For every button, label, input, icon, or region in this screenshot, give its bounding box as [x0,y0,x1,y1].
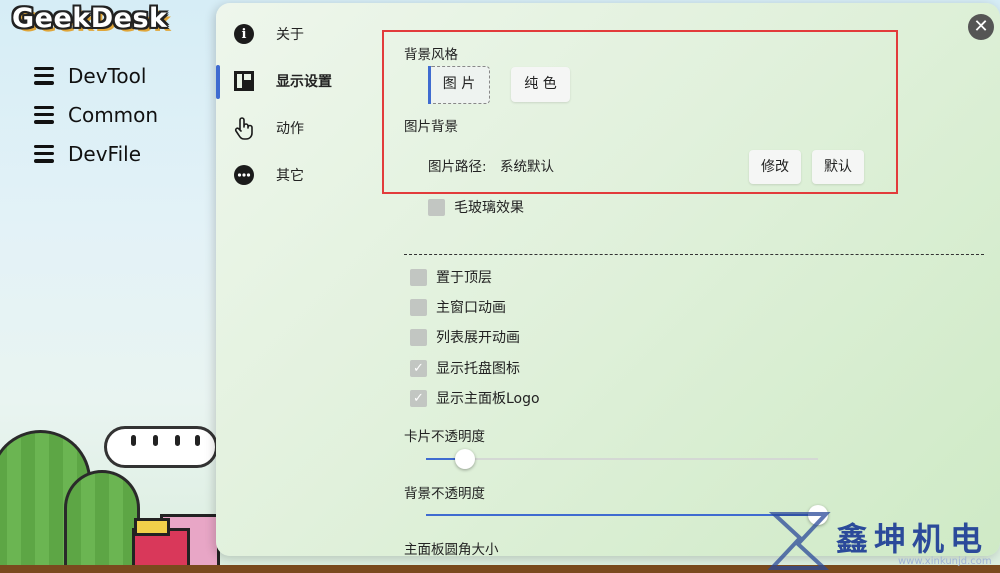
option-row: 置于顶层 [410,266,492,288]
bg-opacity-slider[interactable] [426,505,828,525]
show-tray-icon-checkbox[interactable]: ✓ [410,359,427,377]
watermark-text: 鑫坤机电 [836,520,989,558]
corner-radius-label: 主面板圆角大小 [404,542,499,556]
menu-list: DevTool Common DevFile [34,56,158,173]
watermark: 鑫坤机电 www.xinkunjd.com [768,510,1000,573]
option-row: ✓ 显示主面板Logo [410,387,540,409]
green-hill-right [64,470,140,573]
option-row: 列表展开动画 [410,326,520,348]
hamburger-icon [34,144,54,163]
menu-item-devfile[interactable]: DevFile [34,134,158,173]
nav-item-label: 其它 [276,168,304,184]
watermark-url: www.xinkunjd.com [898,556,992,567]
image-path-label: 图片路径: [428,159,487,175]
menu-item-label: Common [68,102,159,127]
card-opacity-label: 卡片不透明度 [404,429,485,445]
show-logo-checkbox[interactable]: ✓ [410,389,427,407]
slider-thumb[interactable] [455,449,476,469]
nav-item-display-settings[interactable]: 显示设置 [216,58,376,104]
card-opacity-slider[interactable] [426,449,818,469]
option-row: ✓ 显示托盘图标 [410,357,520,379]
checkbox-label: 毛玻璃效果 [454,200,524,216]
menu-item-label: DevTool [68,63,147,88]
always-on-top-checkbox[interactable] [410,268,427,286]
nav-item-about[interactable]: i 关于 [216,11,376,57]
frosted-glass-row: 毛玻璃效果 [428,196,524,218]
menu-item-common[interactable]: Common [34,95,158,134]
checkbox-label: 显示主面板Logo [436,391,540,407]
settings-window: i 关于 显示设置 动作 其它 ✕ 背景风格 图 片 纯 色 图片背景 图片路径… [216,3,1000,556]
checkbox-label: 显示托盘图标 [436,361,520,377]
nav-item-action[interactable]: 动作 [216,105,376,151]
info-icon: i [234,24,254,44]
hand-pointer-icon [234,117,253,140]
watermark-logo-icon [768,512,831,570]
hamburger-icon [34,66,54,85]
hamburger-icon [34,105,54,124]
app-logo: GeekDesk [12,3,168,34]
yellow-block [134,518,170,536]
main-window-animation-checkbox[interactable] [410,298,427,316]
cloud [104,426,218,468]
bg-style-image-button[interactable]: 图 片 [428,66,490,104]
layout-icon [234,71,254,91]
settings-nav: i 关于 显示设置 动作 其它 [216,3,376,556]
more-icon [234,165,254,185]
nav-item-other[interactable]: 其它 [216,152,376,198]
bg-style-solid-button[interactable]: 纯 色 [511,67,570,102]
display-settings-panel: 背景风格 图 片 纯 色 图片背景 图片路径: 系统默认 修改 默认 毛玻璃效果… [382,3,994,556]
nav-item-label: 显示设置 [276,74,332,90]
option-row: 主窗口动画 [410,296,506,318]
modify-button[interactable]: 修改 [749,150,801,184]
list-expand-animation-checkbox[interactable] [410,328,427,346]
checkbox-label: 列表展开动画 [436,330,520,346]
checkmark-icon: ✓ [413,360,424,376]
nav-item-label: 关于 [276,27,304,43]
bg-style-title: 背景风格 [404,47,458,63]
menu-item-label: DevFile [68,141,142,166]
nav-item-label: 动作 [276,121,304,137]
checkbox-label: 置于顶层 [436,270,492,286]
bg-image-title: 图片背景 [404,119,458,135]
checkbox-label: 主窗口动画 [436,300,506,316]
image-path-value: 系统默认 [500,159,554,175]
frosted-glass-checkbox[interactable] [428,198,445,216]
default-button[interactable]: 默认 [812,150,864,184]
checkmark-icon: ✓ [413,390,424,406]
bg-opacity-label: 背景不透明度 [404,486,485,502]
section-divider [404,254,984,255]
menu-item-devtool[interactable]: DevTool [34,56,158,95]
